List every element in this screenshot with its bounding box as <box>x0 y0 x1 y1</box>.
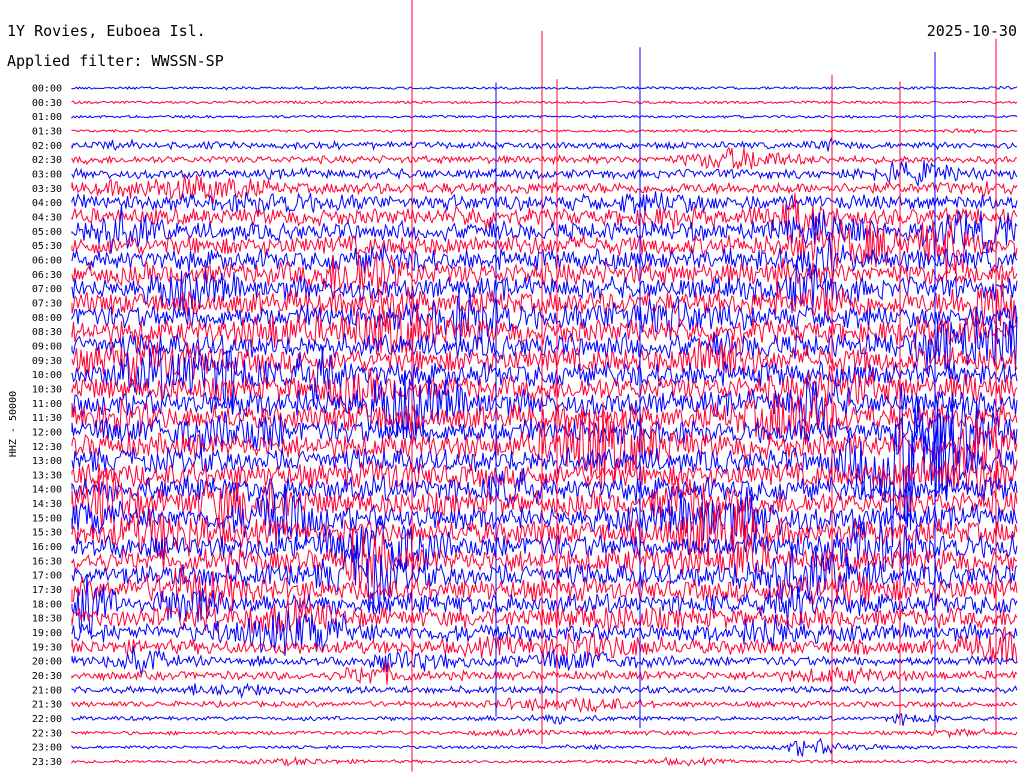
trace-row <box>71 85 1018 91</box>
time-tick-label: 09:00 <box>32 341 62 352</box>
trace-row <box>71 128 1018 134</box>
trace-row <box>71 100 1018 105</box>
time-tick-label: 17:00 <box>32 571 62 582</box>
trace-row <box>71 146 1018 170</box>
time-tick-label: 22:00 <box>32 714 62 725</box>
time-tick-label: 20:00 <box>32 657 62 668</box>
time-tick-label: 00:30 <box>32 98 62 109</box>
record-date: 2025-10-30 <box>927 22 1017 40</box>
time-tick-label: 19:00 <box>32 628 62 639</box>
time-tick-label: 08:30 <box>32 327 62 338</box>
time-tick-label: 01:30 <box>32 126 62 137</box>
time-tick-label: 06:00 <box>32 255 62 266</box>
time-tick-label: 11:00 <box>32 399 62 410</box>
time-tick-label: 13:30 <box>32 470 62 481</box>
time-tick-label: 18:00 <box>32 599 62 610</box>
time-tick-label: 16:00 <box>32 542 62 553</box>
time-tick-label: 17:30 <box>32 585 62 596</box>
trace-row <box>71 114 1018 119</box>
time-tick-label: 09:30 <box>32 356 62 367</box>
trace-row <box>71 696 1018 714</box>
trace-row <box>71 712 1018 727</box>
time-tick-label: 21:00 <box>32 685 62 696</box>
station-title: 1Y Rovies, Euboea Isl. <box>7 22 206 40</box>
trace-row <box>71 137 1018 152</box>
time-tick-label: 20:30 <box>32 671 62 682</box>
time-tick-label: 22:30 <box>32 728 62 739</box>
trace-row <box>71 737 1018 757</box>
time-tick-label: 14:30 <box>32 499 62 510</box>
trace-row <box>71 218 1018 282</box>
helicorder-plot: 1Y Rovies, Euboea Isl. 2025-10-30 Applie… <box>7 0 1018 772</box>
time-tick-label: 12:30 <box>32 442 62 453</box>
time-tick-label: 06:30 <box>32 270 62 281</box>
time-tick-label: 12:00 <box>32 427 62 438</box>
time-tick-label: 13:00 <box>32 456 62 467</box>
time-tick-label: 10:30 <box>32 384 62 395</box>
time-tick-label: 11:30 <box>32 413 62 424</box>
time-tick-label: 15:30 <box>32 528 62 539</box>
time-tick-label: 07:30 <box>32 298 62 309</box>
time-tick-label: 02:30 <box>32 155 62 166</box>
time-tick-label: 16:30 <box>32 556 62 567</box>
time-tick-label: 14:00 <box>32 485 62 496</box>
time-tick-label: 04:30 <box>32 212 62 223</box>
time-tick-label: 02:00 <box>32 141 62 152</box>
trace-row <box>71 727 1018 739</box>
time-tick-label: 10:00 <box>32 370 62 381</box>
trace-row <box>71 160 1018 188</box>
time-tick-label: 08:00 <box>32 313 62 324</box>
time-tick-label: 23:30 <box>32 757 62 768</box>
filter-label: Applied filter: WWSSN-SP <box>7 52 224 70</box>
time-tick-label: 15:00 <box>32 513 62 524</box>
time-tick-label: 21:30 <box>32 700 62 711</box>
time-tick-label: 03:00 <box>32 169 62 180</box>
time-tick-label: 05:30 <box>32 241 62 252</box>
time-tick-label: 01:00 <box>32 112 62 123</box>
time-tick-label: 05:00 <box>32 227 62 238</box>
time-tick-label: 00:00 <box>32 84 62 95</box>
time-tick-label: 04:00 <box>32 198 62 209</box>
time-tick-group: 00:00 00:30 01:00 01:30 02:00 02:30 03:00 03:30… <box>32 84 62 769</box>
channel-axis-label: HHZ - 50000 <box>8 391 19 457</box>
trace-row <box>71 682 1018 699</box>
time-tick-label: 03:30 <box>32 184 62 195</box>
trace-group <box>71 85 1018 767</box>
time-tick-label: 18:30 <box>32 614 62 625</box>
time-tick-label: 19:30 <box>32 642 62 653</box>
time-tick-label: 23:00 <box>32 743 62 754</box>
time-tick-label: 07:00 <box>32 284 62 295</box>
trace-row <box>71 755 1018 767</box>
